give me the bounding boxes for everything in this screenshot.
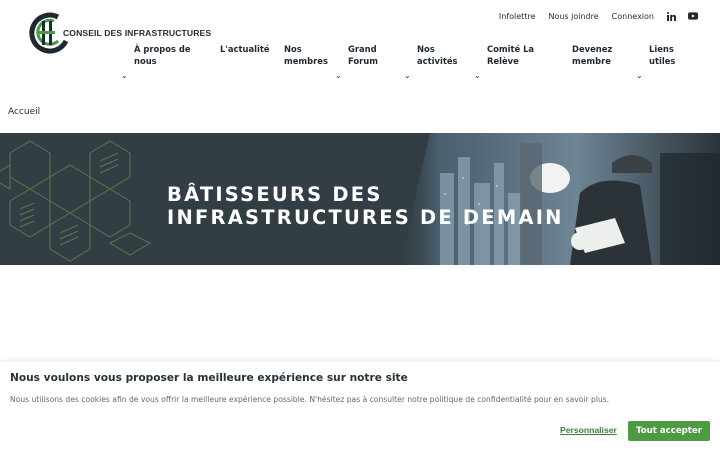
nav-item-label: L'actualité	[220, 44, 270, 54]
connexion-link[interactable]: Connexion	[612, 12, 654, 21]
nav-item-a-propos[interactable]: À propos de nous	[134, 43, 191, 67]
nav-item-devenez-membre[interactable]: Devenez membre	[572, 43, 612, 67]
cookie-banner-title: Nous voulons vous proposer la meilleure …	[10, 372, 408, 384]
nav-item-actualite[interactable]: L'actualité	[220, 43, 270, 55]
nav-item-label: Liens utiles	[649, 44, 676, 66]
chevron-down-icon[interactable]: ⌄	[636, 71, 643, 80]
nav-item-label: À propos de nous	[134, 44, 191, 66]
nav-item-label: Nos activités	[417, 44, 458, 66]
nav-item-label: Nos membres	[284, 44, 328, 66]
hexagon-pattern-decoration	[0, 140, 152, 262]
nav-item-nos-activites[interactable]: Nos activités	[417, 43, 458, 67]
chevron-down-icon[interactable]: ⌄	[335, 71, 342, 80]
nous-joindre-link[interactable]: Nous joindre	[548, 12, 598, 21]
logo-text: CONSEIL DES INFRASTRUCTURES	[63, 28, 212, 38]
chevron-down-icon[interactable]: ⌄	[404, 71, 411, 80]
linkedin-icon[interactable]	[666, 11, 676, 21]
nav-item-comite-la-releve[interactable]: Comité La Relève	[487, 43, 534, 67]
customize-cookies-button[interactable]: Personnaliser	[560, 425, 617, 435]
nav-item-nos-membres[interactable]: Nos membres	[284, 43, 328, 67]
nav-item-label: Grand Forum	[348, 44, 378, 66]
chevron-down-icon[interactable]: ⌄	[474, 71, 481, 80]
nav-item-label: Comité La Relève	[487, 44, 535, 66]
youtube-icon[interactable]	[688, 11, 698, 21]
breadcrumb-home-link[interactable]: Accueil	[8, 107, 40, 117]
utility-bar: Infolettre Nous joindre Connexion	[486, 11, 698, 21]
nav-item-grand-forum[interactable]: Grand Forum	[348, 43, 378, 67]
chevron-down-icon[interactable]: ⌄	[121, 71, 128, 80]
hero-banner: BÂTISSEURS DES INFRASTRUCTURES DE DEMAIN	[0, 133, 720, 265]
hero-title: BÂTISSEURS DES INFRASTRUCTURES DE DEMAIN	[167, 183, 564, 229]
accept-all-cookies-button[interactable]: Tout accepter	[628, 421, 710, 441]
cookie-banner-text: Nous utilisons des cookies afin de vous …	[10, 395, 610, 404]
cookie-consent-banner: Nous voulons vous proposer la meilleure …	[0, 362, 720, 450]
nav-item-liens-utiles[interactable]: Liens utiles	[649, 43, 675, 67]
infolettre-link[interactable]: Infolettre	[499, 12, 536, 21]
nav-item-label: Devenez membre	[572, 44, 613, 66]
